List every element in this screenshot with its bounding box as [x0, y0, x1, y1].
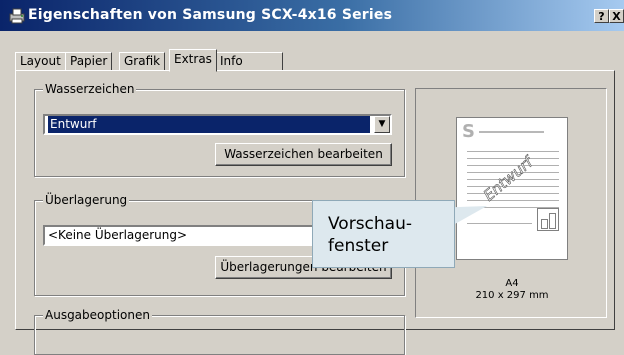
output-options-group: Ausgabeoptionen: [34, 308, 405, 355]
overlay-select-value: <Keine Überlagerung>: [48, 228, 188, 242]
page-graphic: [537, 208, 559, 231]
title-bar[interactable]: Eigenschaften von Samsung SCX-4x16 Serie…: [0, 0, 624, 31]
page-line: [467, 193, 559, 194]
page-line: [479, 131, 544, 133]
callout-line-2: fenster: [328, 236, 389, 256]
tab-extras[interactable]: Extras: [169, 49, 217, 72]
edit-watermark-button[interactable]: Wasserzeichen bearbeiten: [215, 143, 392, 166]
page-letter: S: [462, 121, 475, 142]
close-button[interactable]: X: [609, 9, 624, 23]
output-options-legend: Ausgabeoptionen: [43, 308, 152, 322]
page-line: [467, 151, 559, 152]
page-line: [467, 158, 559, 159]
printer-icon: [9, 8, 25, 24]
chevron-down-icon[interactable]: ▼: [374, 116, 390, 133]
tab-info[interactable]: Info: [215, 52, 283, 71]
watermark-legend: Wasserzeichen: [43, 82, 137, 96]
watermark-group: Wasserzeichen Entwurf ▼ Wasserzeichen be…: [34, 82, 405, 177]
callout-line-1: Vorschau-: [328, 214, 413, 234]
tab-grafik[interactable]: Grafik: [119, 52, 166, 71]
tab-layout[interactable]: Layout: [15, 52, 66, 71]
help-button[interactable]: ?: [594, 9, 609, 23]
tab-papier[interactable]: Papier: [65, 52, 113, 71]
overlay-legend: Überlagerung: [43, 193, 130, 207]
window-title: Eigenschaften von Samsung SCX-4x16 Serie…: [28, 7, 393, 23]
preview-callout: Vorschau- fenster: [312, 200, 455, 268]
paper-name: A4: [505, 278, 519, 289]
watermark-select[interactable]: Entwurf ▼: [43, 114, 392, 135]
paper-size: 210 x 297 mm: [475, 290, 549, 301]
watermark-select-value: Entwurf: [48, 116, 370, 133]
